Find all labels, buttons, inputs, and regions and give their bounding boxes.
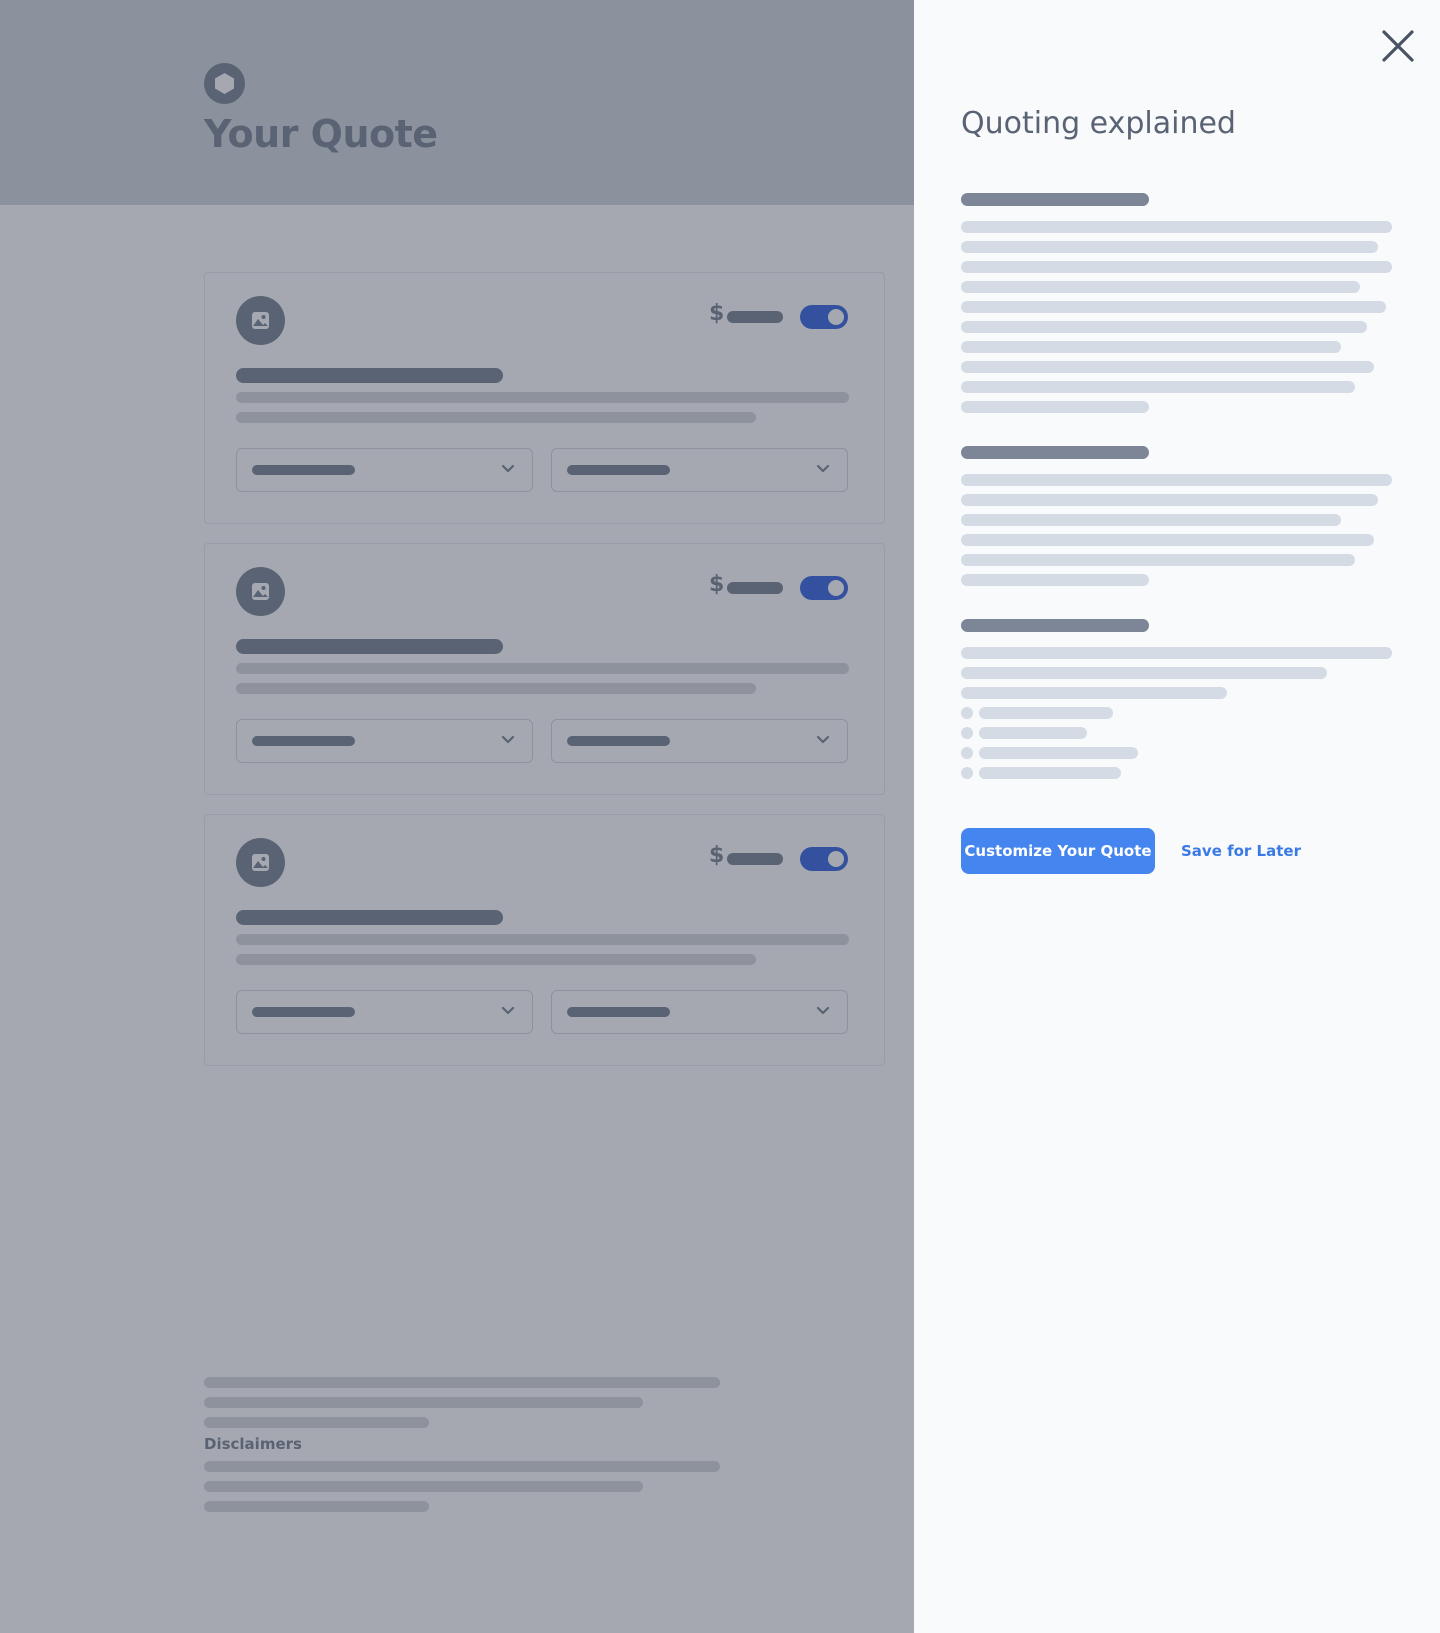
text-line-placeholder — [961, 401, 1149, 413]
text-line-placeholder — [961, 321, 1367, 333]
text-line-placeholder — [961, 667, 1327, 679]
price-placeholder — [727, 853, 783, 865]
card-description-placeholder — [236, 934, 849, 945]
select-value-placeholder — [567, 1007, 670, 1017]
toggle-knob — [828, 851, 844, 867]
save-for-later-button[interactable]: Save for Later — [1181, 839, 1301, 863]
text-line-placeholder — [961, 534, 1374, 546]
text-line-placeholder — [961, 241, 1378, 253]
select-value-placeholder — [252, 736, 355, 746]
bullet-text-placeholder — [979, 707, 1113, 719]
footer-text-placeholder — [204, 1397, 643, 1408]
chevron-down-icon — [816, 464, 830, 473]
coverage-select[interactable] — [551, 990, 848, 1034]
currency-symbol: $ — [709, 572, 725, 597]
toggle-knob — [828, 309, 844, 325]
disclaimers-heading: Disclaimers — [204, 1435, 302, 1453]
text-line-placeholder — [961, 554, 1355, 566]
coverage-select[interactable] — [551, 719, 848, 763]
footer-text-placeholder — [204, 1417, 429, 1428]
chevron-down-icon — [501, 735, 515, 744]
text-line-placeholder — [961, 381, 1355, 393]
image-icon — [236, 296, 285, 345]
section-heading-placeholder — [961, 446, 1149, 459]
coverage-select[interactable] — [236, 719, 533, 763]
coverage-select[interactable] — [551, 448, 848, 492]
coverage-select[interactable] — [236, 448, 533, 492]
customize-quote-button[interactable]: Customize Your Quote — [961, 828, 1155, 874]
price-placeholder — [727, 582, 783, 594]
section-heading-placeholder — [961, 193, 1149, 206]
section-heading-placeholder — [961, 619, 1149, 632]
bullet-dot — [961, 707, 973, 719]
price-placeholder — [727, 311, 783, 323]
chevron-down-icon — [816, 1006, 830, 1015]
text-line-placeholder — [961, 494, 1378, 506]
disclaimer-text-placeholder — [204, 1501, 429, 1512]
coverage-toggle[interactable] — [800, 847, 848, 871]
card-description-placeholder — [236, 412, 756, 423]
card-description-placeholder — [236, 392, 849, 403]
drawer-title: Quoting explained — [961, 106, 1236, 141]
text-line-placeholder — [961, 281, 1360, 293]
select-value-placeholder — [252, 465, 355, 475]
image-icon — [236, 567, 285, 616]
text-line-placeholder — [961, 687, 1227, 699]
coverage-select[interactable] — [236, 990, 533, 1034]
bullet-text-placeholder — [979, 767, 1121, 779]
chevron-down-icon — [501, 464, 515, 473]
currency-symbol: $ — [709, 843, 725, 868]
select-value-placeholder — [567, 736, 670, 746]
text-line-placeholder — [961, 261, 1392, 273]
bullet-text-placeholder — [979, 727, 1087, 739]
card-description-placeholder — [236, 954, 756, 965]
card-description-placeholder — [236, 663, 849, 674]
text-line-placeholder — [961, 574, 1149, 586]
image-icon — [236, 838, 285, 887]
coverage-toggle[interactable] — [800, 576, 848, 600]
text-line-placeholder — [961, 221, 1392, 233]
chevron-down-icon — [501, 1006, 515, 1015]
page-title: Your Quote — [204, 112, 438, 156]
toggle-knob — [828, 580, 844, 596]
disclaimer-text-placeholder — [204, 1461, 720, 1472]
text-line-placeholder — [961, 474, 1392, 486]
card-title-placeholder — [236, 910, 503, 925]
currency-symbol: $ — [709, 301, 725, 326]
footer-text-placeholder — [204, 1377, 720, 1388]
hexagon-icon — [204, 63, 245, 104]
close-button[interactable] — [1380, 28, 1416, 64]
bullet-dot — [961, 747, 973, 759]
select-value-placeholder — [252, 1007, 355, 1017]
select-value-placeholder — [567, 465, 670, 475]
card-title-placeholder — [236, 368, 503, 383]
text-line-placeholder — [961, 647, 1392, 659]
chevron-down-icon — [816, 735, 830, 744]
bullet-text-placeholder — [979, 747, 1138, 759]
page-header: Your Quote — [0, 0, 914, 205]
coverage-card: $ — [204, 543, 885, 795]
card-description-placeholder — [236, 683, 756, 694]
card-title-placeholder — [236, 639, 503, 654]
text-line-placeholder — [961, 301, 1386, 313]
coverage-card: $ — [204, 272, 885, 524]
text-line-placeholder — [961, 361, 1374, 373]
close-icon — [1382, 30, 1414, 62]
coverage-card: $ — [204, 814, 885, 1066]
disclaimer-text-placeholder — [204, 1481, 643, 1492]
bullet-dot — [961, 767, 973, 779]
text-line-placeholder — [961, 341, 1341, 353]
coverage-toggle[interactable] — [800, 305, 848, 329]
bullet-dot — [961, 727, 973, 739]
text-line-placeholder — [961, 514, 1341, 526]
quote-page: Your Quote $ $ $ Disclaimers — [0, 0, 914, 1633]
